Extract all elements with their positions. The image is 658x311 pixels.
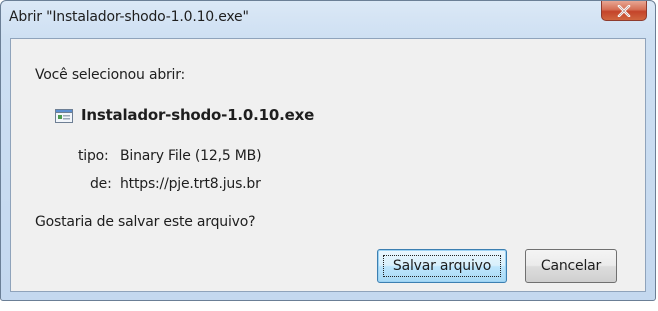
title-bar[interactable]: Abrir "Instalador-shodo-1.0.10.exe" [1,1,655,37]
executable-file-icon [55,109,73,123]
intro-text: Você selecionou abrir: [35,67,186,83]
source-label: de: [90,176,112,192]
close-icon [617,4,631,17]
file-name: Instalador-shodo-1.0.10.exe [81,106,315,124]
cancel-button-label: Cancelar [540,258,602,274]
window-title: Abrir "Instalador-shodo-1.0.10.exe" [9,9,249,25]
save-question: Gostaria de salvar este arquivo? [35,214,256,230]
save-file-button[interactable]: Salvar arquivo [377,249,507,283]
close-button[interactable] [601,1,647,21]
source-url: https://pje.trt8.jus.br [120,176,261,192]
type-label: tipo: [78,148,109,164]
save-file-button-label: Salvar arquivo [392,258,492,274]
type-value: Binary File (12,5 MB) [120,148,262,164]
cancel-button[interactable]: Cancelar [525,249,617,283]
dialog-window: Abrir "Instalador-shodo-1.0.10.exe" Você… [0,0,656,301]
dialog-content: Você selecionou abrir: Instalador-shodo-… [10,38,646,292]
